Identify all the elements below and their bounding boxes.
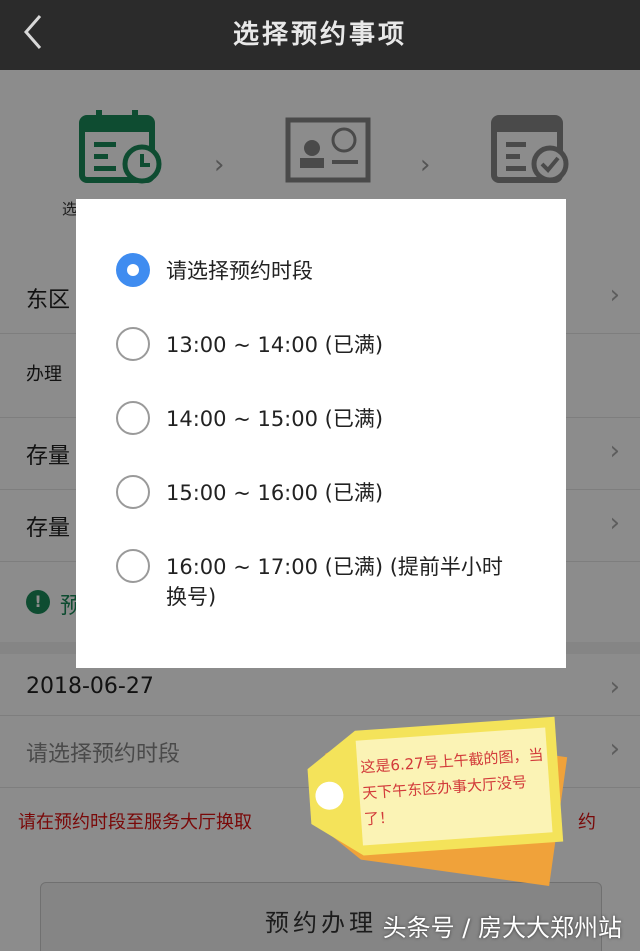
time-option-label: 13:00 ~ 14:00 (已满) [166, 333, 384, 357]
radio-icon[interactable] [116, 475, 150, 509]
radio-icon[interactable] [116, 327, 150, 361]
radio-icon[interactable] [116, 549, 150, 583]
annotation-tag: 这是6.27号上午截的图，当天下午东区办事大厅没号了！ [290, 700, 590, 900]
radio-icon[interactable] [116, 401, 150, 435]
radio-checked-icon[interactable] [116, 253, 150, 287]
time-slot-dialog: 请选择预约时段 13:00 ~ 14:00 (已满) 14:00 ~ 15:00… [76, 199, 566, 668]
page-title: 选择预约事项 [232, 20, 407, 50]
navbar: 选择预约事项 [0, 0, 640, 70]
time-option-label: 16:00 ~ 17:00 (已满) (提前半小时换号) [166, 555, 503, 609]
watermark: 头条号 / 房大大郑州站 [382, 914, 622, 942]
time-option-label: 15:00 ~ 16:00 (已满) [166, 481, 384, 505]
tag-note-text: 这是6.27号上午截的图，当天下午东区办事大厅没号了！ [359, 745, 545, 829]
time-option-label: 请选择预约时段 [166, 259, 313, 283]
time-option-label: 14:00 ~ 15:00 (已满) [166, 407, 384, 431]
